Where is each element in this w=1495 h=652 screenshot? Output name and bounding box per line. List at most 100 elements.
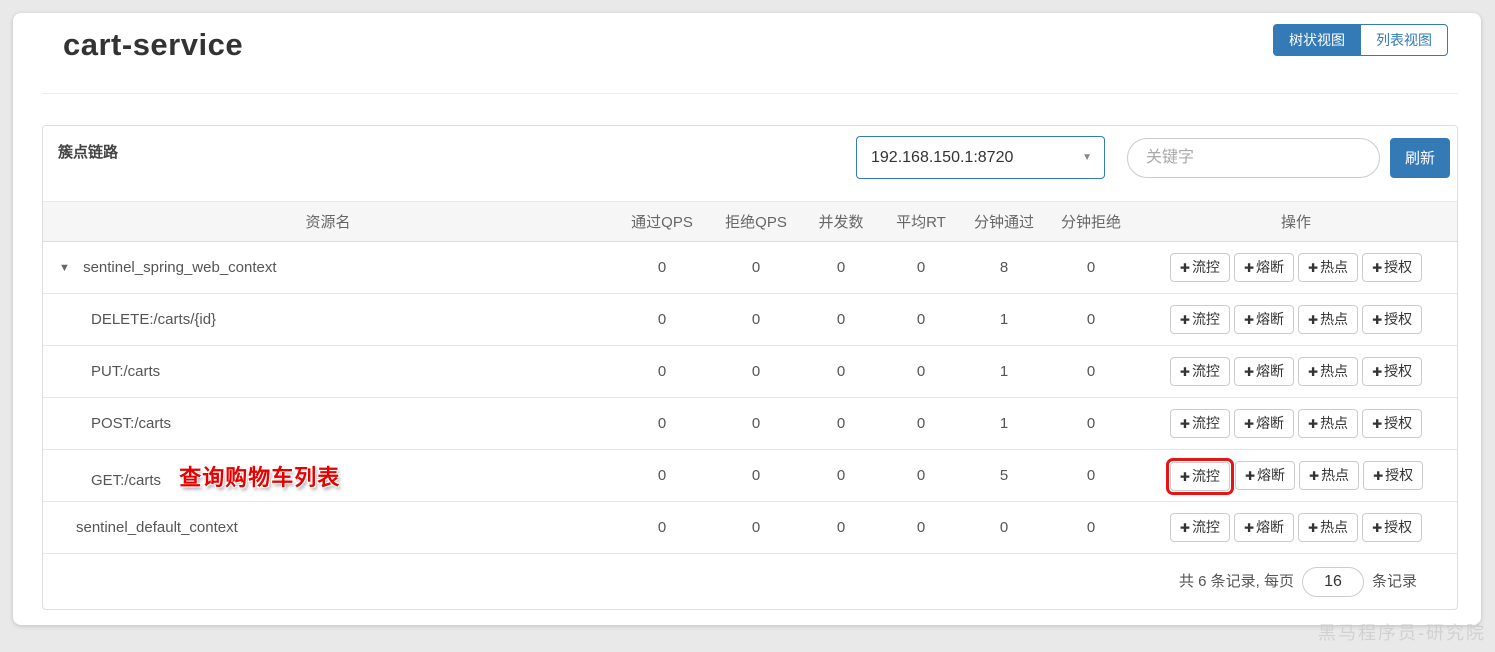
metric-value: 0 — [711, 397, 801, 450]
table-row: DELETE:/carts/{id} 0 0 0 0 1 0 ✚ 流控 ✚ 熔断 ✚ 热点 ✚ 授权 — [43, 293, 1457, 346]
tree-view-button[interactable]: 树状视图 — [1273, 24, 1360, 56]
metric-value: 0 — [1047, 501, 1135, 554]
resource-cell: GET:/carts 查询购物车列表 — [43, 449, 613, 502]
action-button-auth[interactable]: ✚ 授权 — [1362, 513, 1423, 542]
page-size-input[interactable] — [1301, 567, 1364, 597]
action-button-flow[interactable]: ✚ 流控 — [1169, 253, 1230, 282]
plus-icon: ✚ — [1179, 365, 1190, 380]
metric-value: 1 — [961, 345, 1047, 398]
action-button-hotspot[interactable]: ✚ 热点 — [1298, 357, 1359, 386]
table-body: ▼ sentinel_spring_web_context 0 0 0 0 8 0 ✚ 流控 ✚… — [43, 241, 1457, 554]
chevron-down-icon: ▼ — [1082, 152, 1092, 163]
metric-value: 0 — [711, 293, 801, 346]
action-button-auth[interactable]: ✚ 授权 — [1363, 461, 1424, 490]
page-title: cart-service — [63, 27, 244, 62]
metric-value: 0 — [613, 501, 711, 554]
action-button-degrade[interactable]: ✚ 熔断 — [1233, 253, 1294, 282]
plus-icon: ✚ — [1179, 313, 1190, 328]
view-toggle-group: 树状视图 列表视图 — [1273, 24, 1448, 56]
collapse-triangle-icon[interactable]: ▼ — [59, 262, 70, 274]
table-row: PUT:/carts 0 0 0 0 1 0 ✚ 流控 ✚ 熔断 ✚ 热点 ✚ 授权 — [43, 345, 1457, 398]
metric-value: 0 — [881, 397, 961, 450]
keyword-input[interactable] — [1127, 137, 1380, 178]
actions-cell: ✚ 流控 ✚ 熔断 ✚ 热点 ✚ 授权 — [1135, 449, 1457, 502]
actions-cell: ✚ 流控 ✚ 熔断 ✚ 热点 ✚ 授权 — [1135, 293, 1457, 346]
resource-name: POST:/carts — [91, 415, 172, 432]
action-button-hotspot[interactable]: ✚ 热点 — [1298, 513, 1359, 542]
pagination-total-text: 共 6 条记录, 每页 — [1178, 573, 1294, 590]
plus-icon: ✚ — [1372, 313, 1383, 328]
action-button-degrade[interactable]: ✚ 熔断 — [1233, 305, 1294, 334]
actions-cell: ✚ 流控 ✚ 熔断 ✚ 热点 ✚ 授权 — [1135, 345, 1457, 398]
plus-icon: ✚ — [1179, 469, 1190, 484]
action-button-degrade[interactable]: ✚ 熔断 — [1234, 461, 1295, 490]
column-header: 资源名 — [43, 201, 613, 242]
action-button-auth[interactable]: ✚ 授权 — [1362, 305, 1423, 334]
action-button-flow[interactable]: ✚ 流控 — [1169, 409, 1230, 438]
list-view-button[interactable]: 列表视图 — [1360, 24, 1448, 56]
metric-value: 8 — [961, 241, 1047, 294]
metric-value: 0 — [613, 449, 711, 502]
action-button-degrade[interactable]: ✚ 熔断 — [1233, 409, 1294, 438]
column-header: 通过QPS — [613, 201, 711, 242]
actions-cell: ✚ 流控 ✚ 熔断 ✚ 热点 ✚ 授权 — [1135, 501, 1457, 554]
metric-value: 0 — [801, 293, 881, 346]
app-card: cart-service 树状视图 列表视图 簇点链路 192.168.150.… — [13, 13, 1481, 625]
metric-value: 0 — [961, 501, 1047, 554]
column-header: 并发数 — [801, 201, 881, 242]
metric-value: 0 — [711, 449, 801, 502]
machine-select-value: 192.168.150.1:8720 — [871, 148, 1014, 166]
metric-value: 0 — [711, 241, 801, 294]
resource-name: GET:/carts — [91, 471, 162, 489]
metric-value: 5 — [961, 449, 1047, 502]
column-header: 操作 — [1135, 201, 1457, 242]
metric-value: 0 — [801, 345, 881, 398]
plus-icon: ✚ — [1309, 469, 1320, 484]
metric-value: 0 — [613, 241, 711, 294]
action-button-flow[interactable]: ✚ 流控 — [1169, 461, 1230, 491]
table-header-row: 资源名 通过QPS 拒绝QPS 并发数 平均RT 分钟通过 分钟拒绝 操作 — [43, 201, 1457, 242]
metric-value: 0 — [613, 345, 711, 398]
resource-name: PUT:/carts — [91, 363, 161, 380]
metric-value: 0 — [613, 293, 711, 346]
metric-value: 0 — [711, 501, 801, 554]
action-button-flow[interactable]: ✚ 流控 — [1169, 513, 1230, 542]
action-button-auth[interactable]: ✚ 授权 — [1362, 409, 1423, 438]
metric-value: 0 — [881, 293, 961, 346]
column-header: 平均RT — [881, 201, 961, 242]
metric-value: 1 — [961, 397, 1047, 450]
metric-value: 0 — [1047, 345, 1135, 398]
metric-value: 0 — [801, 449, 881, 502]
plus-icon: ✚ — [1308, 521, 1319, 536]
metric-value: 0 — [1047, 293, 1135, 346]
machine-select[interactable]: 192.168.150.1:8720 ▼ — [856, 136, 1105, 179]
action-button-hotspot[interactable]: ✚ 热点 — [1298, 305, 1359, 334]
action-button-flow[interactable]: ✚ 流控 — [1169, 305, 1230, 334]
action-button-hotspot[interactable]: ✚ 热点 — [1298, 409, 1359, 438]
plus-icon: ✚ — [1179, 521, 1190, 536]
refresh-button[interactable]: 刷新 — [1390, 137, 1450, 178]
resource-cell: POST:/carts — [43, 397, 613, 450]
action-button-degrade[interactable]: ✚ 熔断 — [1233, 513, 1294, 542]
resource-cell: ▼ sentinel_spring_web_context — [43, 241, 613, 294]
actions-cell: ✚ 流控 ✚ 熔断 ✚ 热点 ✚ 授权 — [1135, 397, 1457, 450]
plus-icon: ✚ — [1243, 417, 1254, 432]
metric-value: 0 — [801, 241, 881, 294]
plus-icon: ✚ — [1372, 365, 1383, 380]
action-button-degrade[interactable]: ✚ 熔断 — [1233, 357, 1294, 386]
resource-cell: sentinel_default_context — [43, 501, 613, 554]
action-button-auth[interactable]: ✚ 授权 — [1362, 253, 1423, 282]
metric-value: 0 — [1047, 241, 1135, 294]
plus-icon: ✚ — [1373, 469, 1384, 484]
action-button-auth[interactable]: ✚ 授权 — [1362, 357, 1423, 386]
metric-value: 0 — [711, 345, 801, 398]
action-button-flow[interactable]: ✚ 流控 — [1169, 357, 1230, 386]
metric-value: 0 — [881, 241, 961, 294]
metric-value: 1 — [961, 293, 1047, 346]
metric-value: 0 — [881, 501, 961, 554]
plus-icon: ✚ — [1179, 261, 1190, 276]
resource-cell: PUT:/carts — [43, 345, 613, 398]
resource-table: 资源名 通过QPS 拒绝QPS 并发数 平均RT 分钟通过 分钟拒绝 操作 ▼ sentine… — [43, 201, 1457, 554]
action-button-hotspot[interactable]: ✚ 热点 — [1298, 253, 1359, 282]
action-button-hotspot[interactable]: ✚ 热点 — [1299, 461, 1360, 490]
